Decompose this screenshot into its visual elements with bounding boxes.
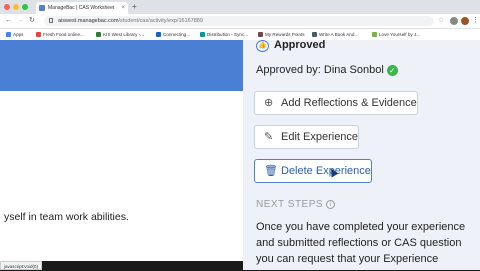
approved-by-line: Approved by: Dina Sonbol ✓ — [256, 64, 398, 76]
bookmark-label: Connecting... — [163, 32, 191, 37]
next-steps-line: you can request that your Experience — [256, 253, 439, 265]
lock-icon — [49, 18, 53, 23]
bookmark-item[interactable]: Fresh Food online... — [36, 29, 84, 40]
back-arrow-icon[interactable]: ← — [5, 16, 12, 26]
delete-experience-button[interactable]: 🗑 Delete Experience — [254, 159, 372, 183]
managebac-favicon-icon — [39, 5, 45, 11]
trash-icon: 🗑 — [264, 165, 278, 177]
next-steps-description: Once you have completed your experience … — [256, 219, 480, 267]
tab-title: ManageBac | CAS Worksheet — [48, 5, 115, 11]
bookmark-favicon-icon — [312, 32, 317, 38]
bookmark-label: Distribution - Sync... — [207, 32, 249, 37]
address-bar[interactable]: aiswest.managebac.com/student/cas/activi… — [44, 16, 434, 26]
bookmark-item[interactable]: Write A Book And... — [312, 29, 358, 40]
bookmark-favicon-icon — [96, 32, 101, 38]
url-text: aiswest.managebac.com/student/cas/activi… — [58, 16, 203, 26]
bookmark-apps[interactable]: Apps — [6, 29, 23, 40]
minimize-window-icon[interactable] — [13, 4, 19, 10]
bookmark-favicon-icon — [200, 32, 205, 38]
new-tab-button[interactable]: + — [132, 2, 137, 12]
bookmark-favicon-icon — [258, 32, 263, 38]
add-reflections-button[interactable]: ⊕ Add Reflections & Evidence — [254, 91, 418, 115]
experience-content-pane: yself in team work abilities. — [0, 40, 243, 261]
maximize-window-icon[interactable] — [22, 4, 28, 10]
bookmark-label: Fresh Food online... — [43, 32, 84, 37]
add-reflections-label: Add Reflections & Evidence — [281, 97, 417, 109]
bookmark-item[interactable]: KIS West Library -... — [96, 29, 144, 40]
approved-by-text: Approved by: Dina Sonbol — [256, 64, 384, 76]
reload-icon[interactable]: ↻ — [29, 16, 35, 26]
bookmark-item[interactable]: My Rewards Points — [258, 29, 305, 40]
experience-description-text: yself in team work abilities. — [4, 211, 129, 223]
approved-status-title: Approved — [274, 40, 326, 51]
close-window-icon[interactable] — [4, 4, 10, 10]
bookmark-favicon-icon — [36, 32, 41, 38]
bookmark-label: My Rewards Points — [265, 32, 305, 37]
next-steps-heading: NEXT STEPS i — [256, 199, 336, 210]
browser-tab[interactable]: ManageBac | CAS Worksheet × — [36, 2, 128, 14]
experience-sidebar: 👍 Approved Approved by: Dina Sonbol ✓ ⊕ A… — [243, 40, 480, 270]
pencil-icon: ✎ — [264, 131, 274, 143]
edit-experience-button[interactable]: ✎ Edit Experience — [254, 125, 360, 149]
apps-grid-icon — [6, 32, 11, 38]
profile-avatar[interactable] — [461, 17, 469, 25]
bookmark-item[interactable]: Love Yourself by J... — [372, 29, 420, 40]
bookmark-favicon-icon — [156, 32, 161, 38]
bookmark-label: Write A Book And... — [319, 32, 359, 37]
experience-banner — [0, 40, 243, 91]
delete-experience-label: Delete Experience — [281, 165, 371, 177]
star-bookmark-icon[interactable]: ☆ — [438, 16, 444, 26]
browser-status-bar: javascript:void(0) — [0, 261, 43, 270]
bookmark-item[interactable]: Distribution - Sync... — [200, 29, 248, 40]
menu-dots-icon[interactable]: ⋮ — [472, 16, 479, 26]
edit-experience-label: Edit Experience — [281, 131, 359, 143]
bookmark-label: Apps — [13, 32, 24, 37]
extension-icon[interactable] — [450, 17, 458, 25]
url-host: aiswest.managebac.com — [58, 18, 119, 24]
bookmark-favicon-icon — [372, 32, 377, 38]
thumbs-up-icon: 👍 — [256, 40, 269, 52]
bookmark-label: Love Yourself by J... — [379, 32, 421, 37]
forward-arrow-icon[interactable]: → — [17, 16, 24, 26]
check-icon: ✓ — [386, 64, 398, 76]
browser-tab-strip: ManageBac | CAS Worksheet × + — [0, 0, 480, 14]
info-icon[interactable]: i — [326, 199, 336, 209]
url-path: /student/cas/activity/exp/16167889 — [118, 18, 203, 24]
next-steps-line: Once you have completed your experience — [256, 221, 466, 233]
bookmark-item[interactable]: Connecting... — [156, 29, 190, 40]
plus-circle-icon: ⊕ — [264, 97, 274, 109]
bookmark-label: KIS West Library -... — [103, 32, 145, 37]
next-steps-label: NEXT STEPS — [256, 199, 324, 210]
browser-toolbar: ← → ↻ aiswest.managebac.com/student/cas/… — [0, 14, 480, 29]
tab-close-icon[interactable]: × — [121, 2, 125, 14]
next-steps-line: and submitted reflections or CAS questio… — [256, 237, 462, 249]
